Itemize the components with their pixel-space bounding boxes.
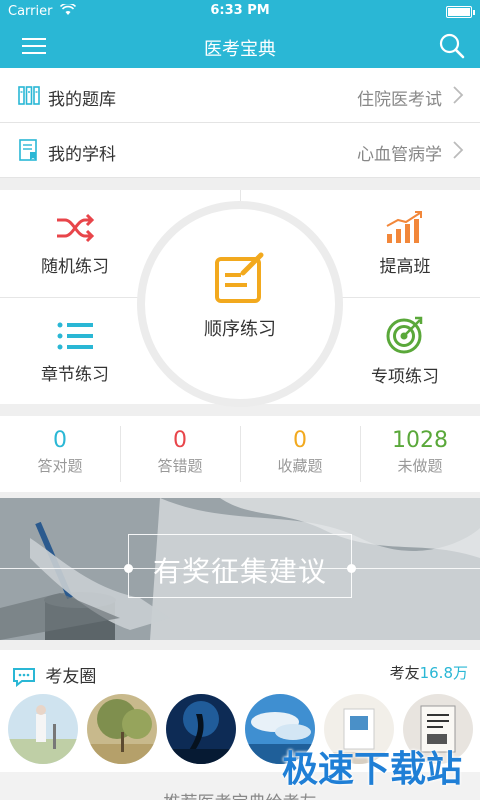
edit-note-icon (215, 252, 264, 303)
chevron-right-icon (452, 140, 464, 160)
chapter-practice-button[interactable]: 章节练习 (0, 320, 150, 420)
app-screen: Carrier 6:33 PM 医考宝典 我的题库 住院医考试 我的学科 心血管… (0, 0, 480, 800)
special-practice-button[interactable]: 专项练习 (330, 316, 480, 416)
stat-label: 未做题 (397, 457, 443, 475)
row-label: 我的题库 (48, 90, 116, 110)
page-title: 医考宝典 (204, 39, 276, 60)
friends-count-value: 16.8万 (419, 664, 468, 682)
stat-label: 收藏题 (277, 457, 323, 475)
stat-number: 0 (293, 428, 307, 453)
row-label: 我的学科 (48, 145, 116, 165)
row-value: 心血管病学 (357, 145, 442, 165)
avatar[interactable] (87, 694, 157, 764)
row-subject[interactable]: 我的学科 心血管病学 (0, 123, 480, 178)
banner-text: 有奖征集建议 (152, 555, 327, 588)
sequential-practice-button[interactable]: 顺序练习 (137, 201, 343, 407)
friends-count-label: 考友 (389, 664, 420, 682)
status-bar: Carrier 6:33 PM (0, 0, 480, 24)
advanced-class-button[interactable]: 提高班 (330, 210, 480, 310)
friends-count: 考友16.8万 (390, 662, 468, 683)
menu-icon[interactable] (22, 38, 46, 54)
practice-grid: 随机练习 提高班 章节练习 专项练习 顺序练习 (0, 190, 480, 407)
stat-number: 1028 (392, 428, 448, 453)
row-value: 住院医考试 (357, 90, 442, 110)
stat-number: 0 (53, 428, 67, 453)
stat-unanswered[interactable]: 1028 未做题 (360, 416, 480, 492)
stat-label: 答对题 (37, 457, 83, 475)
special-practice-label: 专项练习 (371, 367, 439, 387)
avatar[interactable] (166, 694, 236, 764)
sequential-practice-label: 顺序练习 (204, 319, 276, 340)
row-question-bank[interactable]: 我的题库 住院医考试 (0, 68, 480, 123)
friends-header[interactable]: 考友圈 (12, 662, 97, 688)
random-practice-button[interactable]: 随机练习 (0, 212, 150, 312)
chat-bubble-icon (13, 668, 35, 688)
watermark: 极速下载站 (281, 749, 462, 790)
stat-correct[interactable]: 0 答对题 (0, 416, 120, 492)
shuffle-icon (57, 213, 95, 243)
friends-title: 考友圈 (45, 667, 97, 687)
subject-icon (18, 139, 40, 161)
stats-bar: 0 答对题 0 答错题 0 收藏题 1028 未做题 (0, 416, 480, 492)
nav-bar: 医考宝典 (0, 24, 480, 68)
carrier-label: Carrier (8, 4, 53, 19)
list-icon (57, 322, 93, 350)
advanced-class-label: 提高班 (379, 257, 431, 277)
stat-wrong[interactable]: 0 答错题 (120, 416, 240, 492)
profile-rows: 我的题库 住院医考试 我的学科 心血管病学 (0, 68, 480, 178)
clock: 6:33 PM (210, 3, 270, 18)
stat-label: 答错题 (157, 457, 203, 475)
question-bank-icon (18, 84, 40, 106)
stat-favorites[interactable]: 0 收藏题 (240, 416, 360, 492)
chevron-right-icon (452, 85, 464, 105)
wifi-icon (59, 2, 77, 19)
suggestion-banner[interactable]: 有奖征集建议 (0, 498, 480, 640)
top-bar: Carrier 6:33 PM 医考宝典 (0, 0, 480, 68)
target-icon (386, 316, 423, 354)
random-practice-label: 随机练习 (41, 257, 109, 277)
chapter-practice-label: 章节练习 (41, 365, 109, 385)
battery-icon (446, 6, 475, 18)
bar-chart-icon (386, 211, 422, 243)
stat-number: 0 (173, 428, 187, 453)
avatar[interactable] (8, 694, 78, 764)
search-icon[interactable] (438, 32, 466, 60)
